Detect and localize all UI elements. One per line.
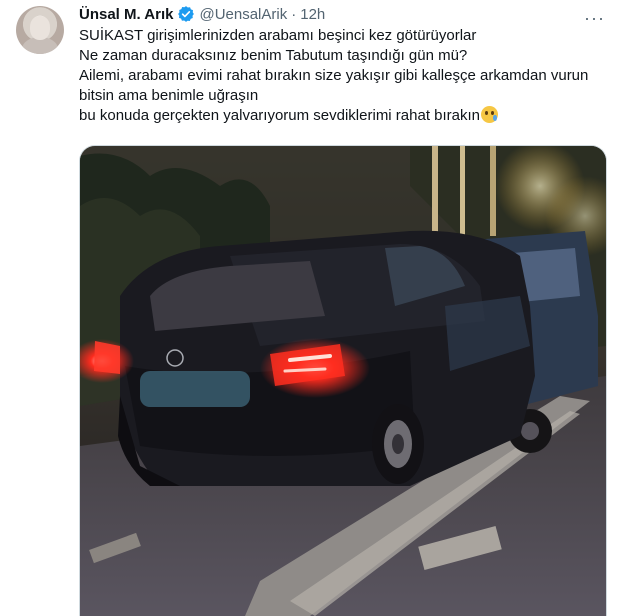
tweet-photo[interactable] xyxy=(79,145,607,616)
tweet-line-last: bu konuda gerçekten yalvarıyorum sevdikl… xyxy=(79,106,607,126)
author-name[interactable]: Ünsal M. Arık xyxy=(79,6,173,23)
tweet-line: SUİKAST girişimlerinizden arabamı beşinc… xyxy=(79,27,477,44)
tweet-line: Ailemi, arabamı evimi rahat bırakın size… xyxy=(79,67,589,104)
tweet-line-text: bu konuda gerçekten yalvarıyorum sevdikl… xyxy=(79,107,481,124)
author-handle[interactable]: @UensalArik xyxy=(199,6,287,23)
header-separator: · xyxy=(291,5,297,23)
tow-truck-car-image xyxy=(80,146,606,616)
tweet-timestamp[interactable]: 12h xyxy=(300,6,325,23)
avatar-face xyxy=(30,16,50,40)
author-avatar[interactable] xyxy=(16,6,64,54)
tweet-header: Ünsal M. Arık @UensalArik · 12h xyxy=(79,4,325,24)
crying-face-icon xyxy=(481,106,499,123)
tweet-text: SUİKAST girişimlerinizden arabamı beşinc… xyxy=(79,26,607,126)
tweet-line: Ne zaman duracaksınız benim Tabutum taşı… xyxy=(79,47,468,64)
verified-badge-icon xyxy=(177,5,195,23)
